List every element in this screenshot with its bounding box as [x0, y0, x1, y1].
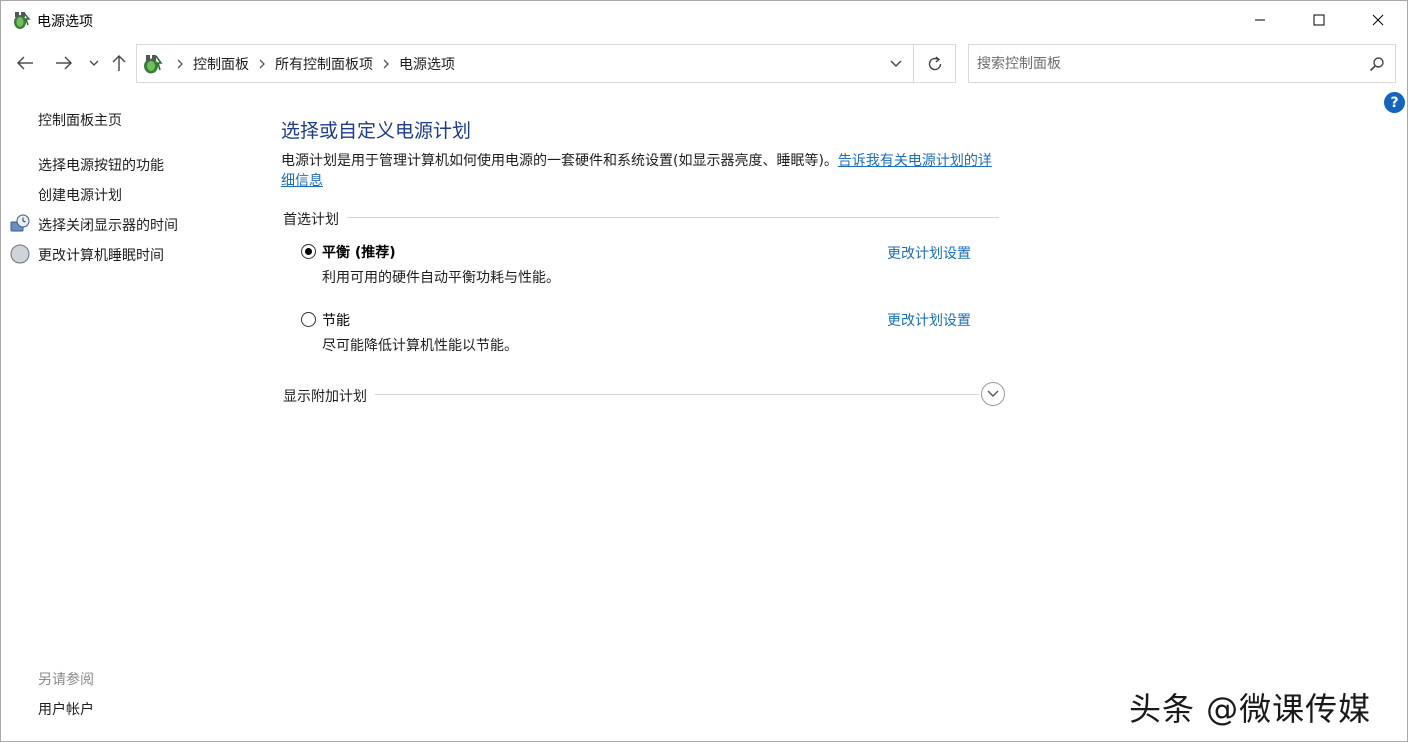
- close-button[interactable]: [1349, 1, 1407, 39]
- search-box[interactable]: [968, 44, 1396, 83]
- plan-desc-power-saver: 尽可能降低计算机性能以节能。: [322, 338, 518, 354]
- maximize-icon: [1313, 14, 1325, 26]
- monitor-clock-icon: [10, 214, 30, 234]
- window: 电源选项 控制面板 所有控制面板项 电源选项 搜索控制面板 ? 控制面板主页 选…: [0, 0, 1408, 742]
- refresh-button[interactable]: [913, 45, 955, 82]
- power-options-icon: [11, 10, 31, 30]
- change-plan-settings-link[interactable]: 更改计划设置: [887, 310, 971, 330]
- page-title: 选择或自定义电源计划: [281, 120, 472, 142]
- preferred-plans-label: 首选计划: [283, 209, 347, 229]
- plan-name-power-saver[interactable]: 节能: [322, 310, 350, 330]
- recent-locations-button[interactable]: [85, 51, 103, 75]
- minimize-button[interactable]: [1231, 1, 1289, 39]
- divider: [283, 394, 979, 395]
- back-arrow-icon: [17, 56, 33, 70]
- chevron-right-icon[interactable]: [373, 59, 399, 69]
- window-title: 电源选项: [37, 14, 93, 30]
- chevron-down-icon: [89, 60, 99, 66]
- maximize-button[interactable]: [1290, 1, 1348, 39]
- chevron-right-icon[interactable]: [167, 59, 193, 69]
- sidebar-item-user-accounts[interactable]: 用户帐户: [38, 699, 94, 719]
- sidebar-item-create-plan[interactable]: 创建电源计划: [38, 185, 122, 205]
- watermark: 头条 @微课传媒: [1129, 690, 1372, 728]
- breadcrumb-item-power-options[interactable]: 电源选项: [399, 54, 455, 74]
- change-plan-settings-link[interactable]: 更改计划设置: [887, 243, 971, 263]
- breadcrumb: 控制面板 所有控制面板项 电源选项: [167, 45, 455, 82]
- sidebar-item-power-buttons[interactable]: 选择电源按钮的功能: [38, 155, 164, 175]
- description-text: 电源计划是用于管理计算机如何使用电源的一套硬件和系统设置(如显示器亮度、睡眠等)…: [281, 153, 838, 169]
- expand-additional-plans-button[interactable]: [981, 382, 1005, 406]
- plan-radio-balanced[interactable]: [301, 244, 316, 259]
- forward-arrow-icon: [56, 56, 72, 70]
- plan-desc-balanced: 利用可用的硬件自动平衡功耗与性能。: [322, 270, 560, 286]
- up-arrow-icon: [112, 55, 126, 71]
- page-description: 电源计划是用于管理计算机如何使用电源的一套硬件和系统设置(如显示器亮度、睡眠等)…: [281, 151, 1001, 191]
- chevron-down-icon: [987, 390, 999, 397]
- sidebar-item-display-off[interactable]: 选择关闭显示器的时间: [38, 215, 178, 235]
- moon-icon: [10, 244, 30, 264]
- up-button[interactable]: [107, 51, 131, 75]
- breadcrumb-item-all-items[interactable]: 所有控制面板项: [275, 54, 373, 74]
- title-bar: 电源选项: [1, 1, 1407, 39]
- show-additional-plans-label[interactable]: 显示附加计划: [283, 386, 375, 406]
- back-button[interactable]: [13, 51, 37, 75]
- search-input[interactable]: [977, 45, 1357, 82]
- chevron-down-icon: [890, 60, 902, 67]
- sidebar-item-home[interactable]: 控制面板主页: [38, 110, 122, 130]
- chevron-right-icon[interactable]: [249, 59, 275, 69]
- help-button[interactable]: ?: [1384, 92, 1405, 113]
- control-panel-icon: [141, 53, 163, 75]
- breadcrumb-item-control-panel[interactable]: 控制面板: [193, 54, 249, 74]
- refresh-icon: [928, 55, 941, 70]
- plan-radio-power-saver[interactable]: [301, 312, 316, 327]
- address-bar[interactable]: 控制面板 所有控制面板项 电源选项: [136, 44, 956, 83]
- search-icon[interactable]: [1369, 56, 1385, 72]
- address-dropdown-button[interactable]: [879, 45, 913, 82]
- plan-name-balanced[interactable]: 平衡 (推荐): [322, 242, 396, 262]
- minimize-icon: [1255, 19, 1265, 21]
- see-also-heading: 另请参阅: [38, 672, 94, 688]
- forward-button[interactable]: [52, 51, 76, 75]
- sidebar-item-sleep-time[interactable]: 更改计算机睡眠时间: [38, 245, 164, 265]
- close-icon: [1372, 14, 1384, 26]
- divider: [283, 217, 999, 218]
